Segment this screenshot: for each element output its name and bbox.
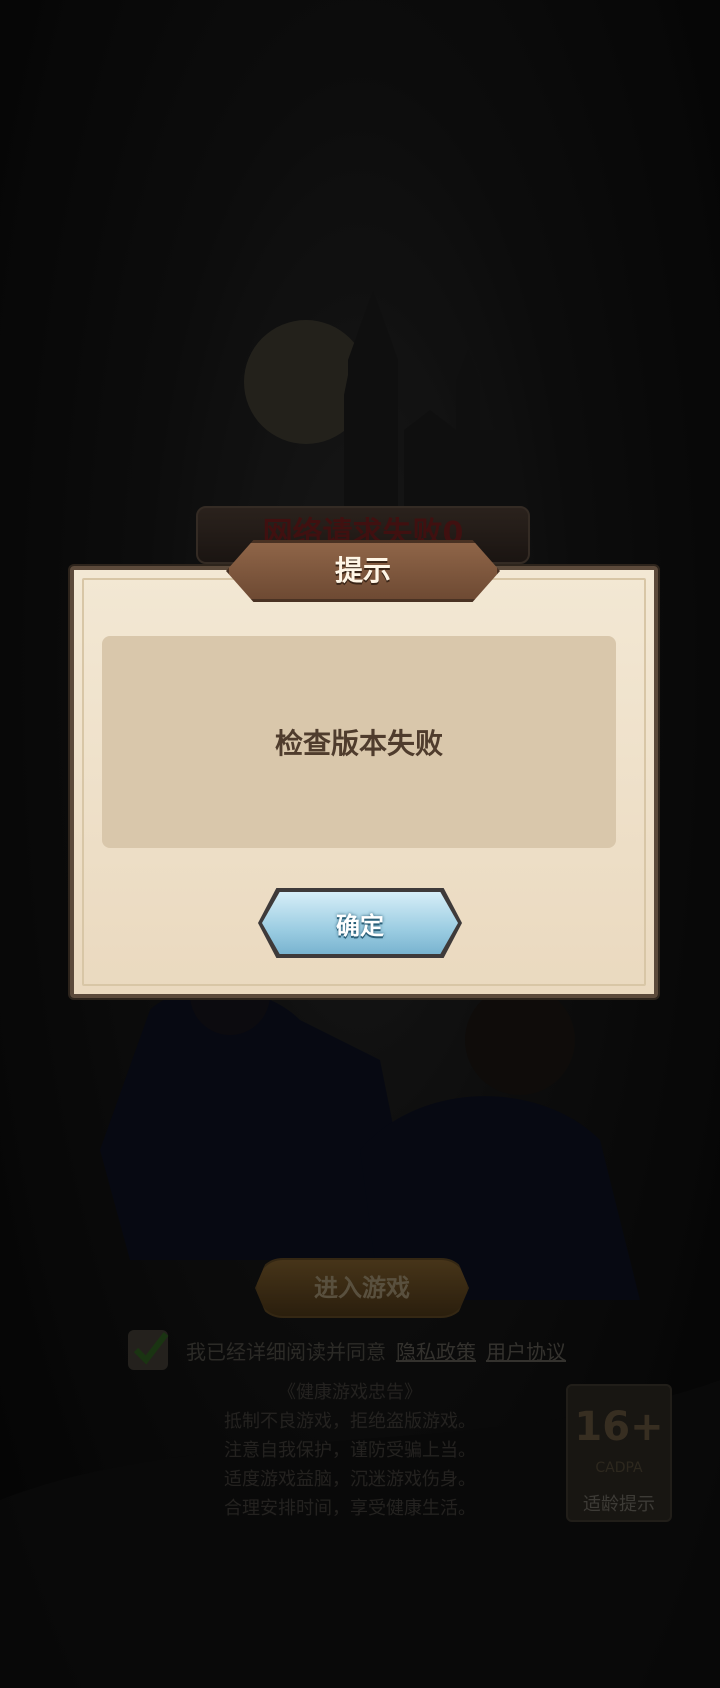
game-launch-screen: 网络请求失败0 进入游戏 我已经详细阅读并同意 隐私政策 用户协议 《健康游戏忠…: [0, 0, 720, 1688]
message-panel: 检查版本失败: [102, 636, 616, 848]
confirm-button[interactable]: 确定: [262, 892, 458, 954]
confirm-button-label: 确定: [336, 911, 384, 940]
dialog-message: 检查版本失败: [274, 727, 443, 760]
dialog-title: 提示: [226, 540, 500, 602]
